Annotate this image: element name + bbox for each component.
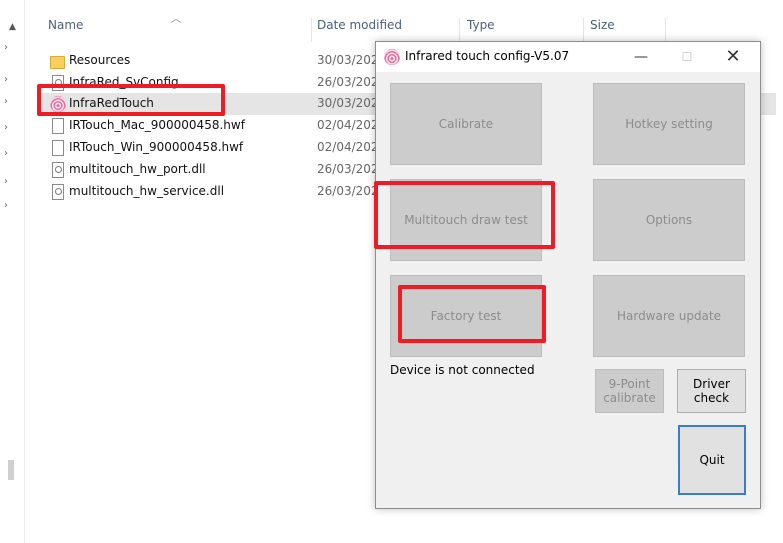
- column-separator[interactable]: [311, 18, 312, 42]
- hardware-update-button[interactable]: Hardware update: [593, 275, 745, 357]
- config-dialog: Infrared touch config-V5.07 — ☐ ✕ Calibr…: [374, 41, 761, 509]
- connection-status: Device is not connected: [390, 363, 535, 377]
- column-header-type[interactable]: Type: [467, 18, 495, 42]
- window-title: Infrared touch config-V5.07: [405, 49, 570, 63]
- hotkey-setting-button[interactable]: Hotkey setting: [593, 83, 745, 165]
- navigation-pane: ▲ › › › › › › ›: [0, 0, 25, 543]
- button-label-line: 9-Point: [608, 377, 651, 391]
- chevron-right-icon[interactable]: ›: [4, 96, 8, 107]
- column-header-name[interactable]: Name: [48, 18, 83, 42]
- column-header-date[interactable]: Date modified: [317, 18, 402, 42]
- maximize-icon: ☐: [681, 50, 693, 64]
- quit-button[interactable]: Quit: [678, 425, 746, 495]
- file-icon: [52, 118, 64, 134]
- nine-point-calibrate-button[interactable]: 9-Point calibrate: [595, 369, 664, 413]
- fingerprint-app-icon: [384, 49, 400, 65]
- folder-icon: [50, 56, 65, 69]
- button-label-line: check: [693, 391, 730, 405]
- settings-file-icon: [52, 162, 64, 178]
- scrollbar-thumb[interactable]: [8, 460, 14, 480]
- sort-ascending-icon: ︿: [171, 14, 181, 25]
- column-separator[interactable]: [665, 18, 666, 42]
- column-header-size[interactable]: Size: [590, 18, 615, 42]
- calibrate-button[interactable]: Calibrate: [390, 83, 542, 165]
- chevron-right-icon[interactable]: ›: [4, 176, 8, 187]
- chevron-right-icon[interactable]: ›: [4, 200, 8, 211]
- scroll-up-icon[interactable]: ▲: [9, 22, 16, 32]
- column-separator[interactable]: [459, 18, 460, 42]
- file-name: multitouch_hw_service.dll: [69, 184, 225, 198]
- chevron-right-icon[interactable]: ›: [4, 42, 8, 53]
- options-button[interactable]: Options: [593, 179, 745, 261]
- highlight-box: [398, 285, 546, 343]
- chevron-right-icon[interactable]: ›: [4, 148, 8, 159]
- minimize-icon[interactable]: —: [618, 42, 664, 72]
- highlight-box: [37, 84, 225, 116]
- chevron-right-icon[interactable]: ›: [4, 122, 8, 133]
- button-label-line: Driver: [693, 377, 730, 391]
- file-name: Resources: [69, 53, 131, 67]
- file-name: multitouch_hw_port.dll: [69, 162, 206, 176]
- highlight-box: [374, 181, 555, 249]
- driver-check-button[interactable]: Driver check: [677, 369, 746, 413]
- close-icon[interactable]: ✕: [710, 42, 756, 72]
- file-name: IRTouch_Mac_900000458.hwf: [69, 118, 245, 132]
- title-bar[interactable]: Infrared touch config-V5.07 — ☐ ✕: [376, 42, 760, 72]
- button-label-line: calibrate: [603, 391, 656, 405]
- column-separator[interactable]: [583, 18, 584, 42]
- file-icon: [52, 140, 64, 156]
- settings-file-icon: [52, 184, 64, 200]
- file-name: IRTouch_Win_900000458.hwf: [69, 140, 244, 154]
- chevron-right-icon[interactable]: ›: [4, 74, 8, 85]
